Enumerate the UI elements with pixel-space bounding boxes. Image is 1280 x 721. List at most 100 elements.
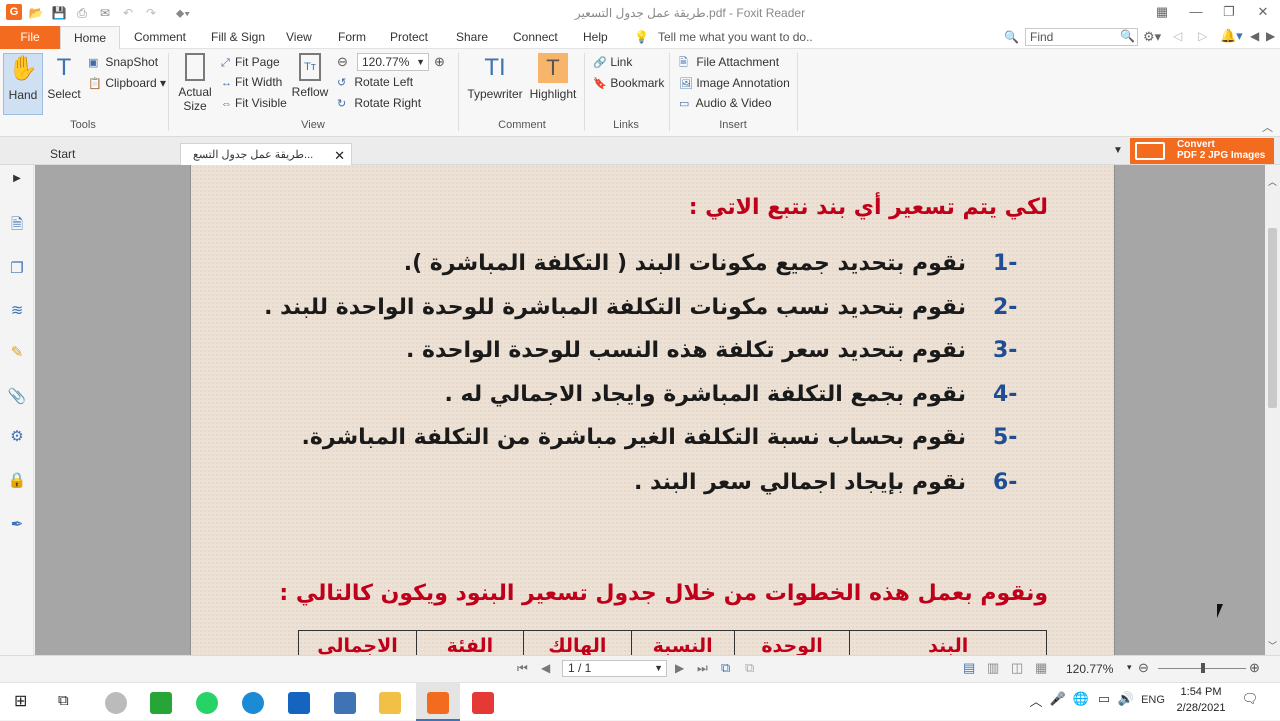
zoom-slider-handle[interactable] — [1201, 663, 1205, 673]
zoom-out-icon[interactable]: ⊖ — [337, 54, 348, 70]
fit-page-button[interactable]: ⤢ Fit Page — [221, 53, 280, 71]
next-view-icon[interactable]: ⧉ — [745, 660, 754, 676]
language-indicator[interactable]: ENG — [1137, 694, 1169, 706]
camtasia-recorder-icon[interactable] — [472, 692, 494, 714]
menu-connect[interactable]: Connect — [513, 26, 558, 49]
menu-home[interactable]: Home — [60, 26, 120, 50]
menu-file[interactable]: File — [0, 26, 60, 49]
calculator-icon[interactable] — [334, 692, 356, 714]
image-settings-panel-icon[interactable]: ⚙ — [7, 427, 27, 447]
show-hidden-icons-icon[interactable]: ︿ — [1026, 691, 1046, 710]
menu-view[interactable]: View — [286, 26, 312, 49]
menu-protect[interactable]: Protect — [390, 26, 428, 49]
page-dropdown-icon[interactable]: ▼ — [654, 661, 663, 676]
app-icon[interactable] — [105, 692, 127, 714]
windows-start-icon[interactable]: ⊞ — [14, 693, 32, 711]
status-zoom-value[interactable]: 120.77% — [1066, 662, 1113, 676]
mail-icon[interactable] — [288, 692, 310, 714]
file-attachment-button[interactable]: 🗎 File Attachment — [679, 53, 779, 71]
battery-icon[interactable]: ▭ — [1094, 691, 1114, 707]
fit-visible-button[interactable]: ⇔ Fit Visible — [221, 94, 287, 112]
expand-panel-icon[interactable]: ▶ — [7, 169, 27, 189]
snapshot-button[interactable]: ▣ SnapShot — [88, 53, 158, 71]
rotate-right-button[interactable]: ↻ Rotate Right — [337, 94, 421, 112]
scroll-down-icon[interactable]: ﹀ — [1268, 639, 1277, 652]
next-page-icon[interactable]: ▶ — [675, 661, 684, 675]
tab-start[interactable]: Start — [36, 144, 186, 165]
last-page-icon[interactable]: ⏭ — [697, 661, 708, 676]
link-button[interactable]: 🔗 Link — [593, 53, 632, 71]
nav-next-icon[interactable]: ▶ — [1266, 29, 1275, 43]
edge-icon[interactable] — [242, 692, 264, 714]
network-icon[interactable]: 🌐 — [1071, 691, 1091, 707]
tell-me-input[interactable]: Tell me what you want to do.. — [658, 26, 813, 49]
clock-date[interactable]: 2/28/2021 — [1172, 702, 1230, 714]
fit-width-button[interactable]: ↔ Fit Width — [221, 73, 282, 91]
find-search-icon[interactable]: 🔍 — [1120, 29, 1135, 43]
hand-tool-button[interactable]: ✋ Hand — [3, 53, 43, 115]
convert-pdf-ad-button[interactable]: Convert PDF 2 JPG Images — [1130, 138, 1274, 164]
menu-form[interactable]: Form — [338, 26, 366, 49]
tab-document[interactable]: طريقة عمل جدول التسع... ✕ — [180, 143, 352, 166]
find-options-icon[interactable]: 🔍 — [1004, 26, 1019, 49]
close-button[interactable]: ✕ — [1246, 0, 1280, 26]
security-lock-icon[interactable]: 🔒 — [7, 471, 27, 491]
ribbon-options-icon[interactable]: ▦ — [1145, 0, 1179, 26]
page-number-input[interactable]: 1 / 1 ▼ — [562, 660, 667, 677]
bookmark-button[interactable]: 🔖 Bookmark — [593, 74, 664, 92]
nav-back-icon[interactable]: ◁ — [1173, 29, 1182, 43]
clipboard-button[interactable]: 📋 Clipboard ▾ — [88, 74, 166, 92]
reflow-button[interactable]: Tт Reflow — [290, 53, 330, 115]
nav-forward-icon[interactable]: ▷ — [1198, 29, 1207, 43]
minimize-button[interactable]: — — [1179, 0, 1213, 26]
status-zoom-in-icon[interactable]: ⊕ — [1249, 660, 1260, 676]
image-annotation-button[interactable]: 🖼 Image Annotation — [679, 74, 790, 92]
tab-list-chevron-icon[interactable]: ▼ — [1113, 145, 1123, 156]
document-viewport[interactable]: لكي يتم تسعير أي بند نتبع الاتي : 1- نقو… — [35, 165, 1265, 655]
nav-previous-icon[interactable]: ◀ — [1250, 29, 1259, 43]
signature-panel-icon[interactable]: ✒ — [7, 515, 27, 535]
status-zoom-out-icon[interactable]: ⊖ — [1138, 660, 1149, 676]
action-center-icon[interactable]: 🗨 — [1240, 691, 1260, 707]
first-page-icon[interactable]: ⏮ — [517, 661, 528, 676]
pages-panel-icon[interactable]: ❐ — [7, 259, 27, 279]
whatsapp-icon[interactable] — [196, 692, 218, 714]
attachments-panel-icon[interactable]: 📎 — [7, 387, 27, 407]
menu-share[interactable]: Share — [456, 26, 488, 49]
microphone-icon[interactable]: 🎤 — [1048, 691, 1068, 707]
rotate-left-button[interactable]: ↺ Rotate Left — [337, 73, 413, 91]
zoom-select[interactable]: 120.77% ▼ — [357, 53, 429, 71]
scrollbar-thumb[interactable] — [1268, 228, 1277, 408]
menu-help[interactable]: Help — [583, 26, 608, 49]
typewriter-button[interactable]: TI Typewriter — [464, 53, 526, 115]
camtasia-icon[interactable] — [150, 692, 172, 714]
bookmarks-panel-icon[interactable]: 🗎 — [7, 215, 27, 235]
continuous-view-icon[interactable]: ▥ — [987, 660, 999, 676]
close-tab-icon[interactable]: ✕ — [334, 144, 345, 167]
zoom-menu-icon[interactable]: ▾ — [1127, 662, 1132, 673]
facing-view-icon[interactable]: ◫ — [1011, 660, 1023, 676]
zoom-in-icon[interactable]: ⊕ — [434, 54, 445, 70]
layers-panel-icon[interactable]: ≋ — [7, 301, 27, 321]
settings-gear-icon[interactable]: ⚙▾ — [1143, 29, 1161, 45]
previous-view-icon[interactable]: ⧉ — [721, 660, 730, 676]
foxit-taskbar-button[interactable] — [416, 683, 460, 721]
volume-icon[interactable]: 🔊 — [1116, 691, 1136, 707]
task-view-icon[interactable]: ⧉ — [58, 692, 69, 709]
notification-bell-icon[interactable]: 🔔▾ — [1220, 28, 1243, 44]
single-page-view-icon[interactable]: ▤ — [963, 660, 975, 676]
scroll-up-icon[interactable]: ︿ — [1268, 175, 1277, 188]
select-tool-button[interactable]: T Select — [46, 53, 82, 115]
clock-time[interactable]: 1:54 PM — [1176, 686, 1226, 698]
file-explorer-icon[interactable] — [379, 692, 401, 714]
maximize-button[interactable]: ❐ — [1212, 0, 1246, 26]
menu-comment[interactable]: Comment — [134, 26, 186, 49]
actual-size-button[interactable]: Actual Size — [175, 53, 215, 115]
previous-page-icon[interactable]: ◀ — [541, 661, 550, 675]
highlight-button[interactable]: T Highlight — [528, 53, 578, 115]
menu-fill-sign[interactable]: Fill & Sign — [211, 26, 265, 49]
comments-panel-icon[interactable]: ✎ — [7, 343, 27, 363]
audio-video-button[interactable]: ▭ Audio & Video — [679, 94, 772, 112]
continuous-facing-view-icon[interactable]: ▦ — [1035, 660, 1047, 676]
collapse-ribbon-icon[interactable]: ︿ — [1262, 119, 1273, 135]
